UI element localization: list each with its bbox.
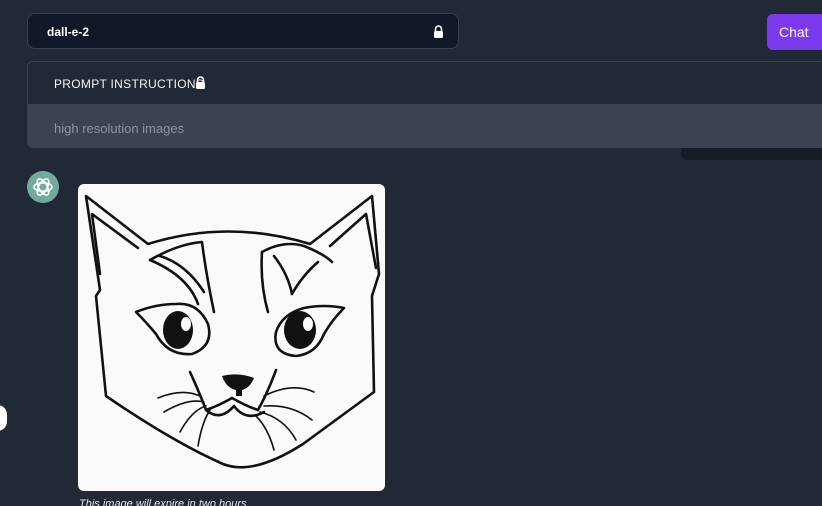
- openai-logo-icon: [27, 171, 59, 203]
- model-select[interactable]: dall-e-2: [27, 13, 459, 49]
- prompt-instructions-body: high resolution images: [28, 104, 822, 147]
- generated-image[interactable]: [78, 184, 385, 491]
- prompt-instructions-title: PROMPT INSTRUCTIONS: [54, 77, 205, 91]
- prompt-instructions-header[interactable]: PROMPT INSTRUCTIONS: [28, 62, 822, 104]
- lock-icon: [433, 25, 444, 43]
- app-root: dall-e-2 Chat PROMPT INSTRUCTIONS high r…: [0, 0, 822, 506]
- prompt-instructions-text: high resolution images: [54, 121, 185, 136]
- chat-button[interactable]: Chat: [767, 14, 822, 50]
- lock-icon: [195, 76, 206, 94]
- cat-line-drawing: [84, 194, 381, 469]
- prompt-instructions-panel: PROMPT INSTRUCTIONS high resolution imag…: [27, 61, 822, 148]
- model-select-value: dall-e-2: [47, 25, 90, 39]
- image-expiry-note: This image will expire in two hours: [79, 498, 247, 506]
- scroll-handle[interactable]: [0, 405, 7, 431]
- dropdown-shadow: [681, 148, 822, 160]
